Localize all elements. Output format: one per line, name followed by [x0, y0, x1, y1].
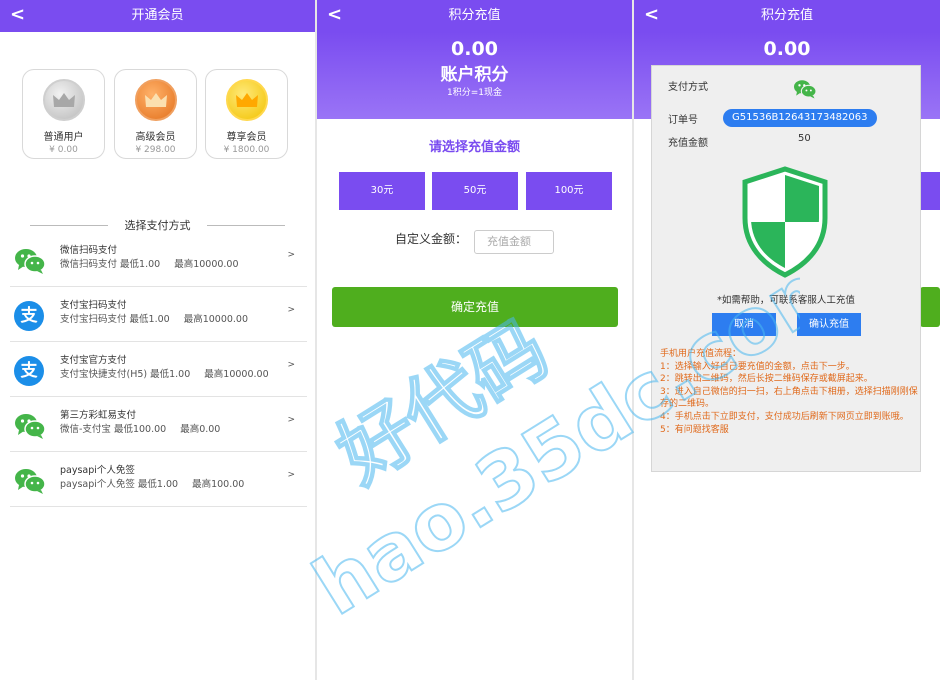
- chevron-right-icon: >: [287, 415, 295, 425]
- page-title: 开通会员: [131, 8, 184, 23]
- payment-name: 支付宝扫码支付: [60, 300, 127, 311]
- payment-name: paysapi个人免签: [60, 465, 135, 476]
- instruction-line: 4：手机点击下立即支付，支付成功后刷新下网页立即到账哦。: [660, 411, 909, 422]
- confirm-recharge-button[interactable]: 确定充值: [332, 287, 618, 327]
- exchange-rate: 1积分=1现金: [447, 88, 502, 98]
- crown-medal-icon: [225, 79, 268, 121]
- chevron-right-icon: >: [287, 305, 295, 315]
- header: < 积分充值: [317, 0, 632, 32]
- cancel-button[interactable]: 取消: [712, 313, 776, 336]
- tier-cards: 普通用户 ¥ 0.00 高级会员 ¥ 298.00 尊享会员 ¥ 1800.00: [22, 69, 294, 159]
- balance-label: 账户积分: [440, 65, 509, 85]
- instruction-line: 5：有问题找客服: [660, 424, 729, 435]
- chevron-right-icon: >: [287, 250, 295, 260]
- header: < 开通会员: [0, 0, 315, 32]
- amount-option-background: [920, 172, 940, 210]
- payment-desc: paysapi个人免签 最低1.00 最高100.00: [60, 479, 245, 490]
- confirm-recharge-button[interactable]: 确认充值: [797, 313, 861, 336]
- amount-option-100[interactable]: 100元: [526, 172, 612, 210]
- tier-price: ¥ 1800.00: [223, 145, 270, 155]
- balance-amount: 0.00: [451, 38, 498, 60]
- membership-panel: < 开通会员 普通用户 ¥ 0.00 高级会员 ¥ 298.00 尊享会员 ¥ …: [0, 0, 315, 680]
- page-title: 积分充值: [448, 8, 501, 23]
- order-label: 订单号: [668, 115, 698, 126]
- payment-name: 第三方彩虹易支付: [60, 410, 137, 421]
- choose-amount-title: 请选择充值金额: [428, 140, 520, 155]
- balance-amount: 0.00: [763, 38, 811, 60]
- recharge-panel: < 积分充值 0.00 账户积分 1积分=1现金 请选择充值金额 30元 50元…: [317, 0, 632, 680]
- payment-desc: 支付宝快捷支付(H5) 最低1.00 最高10000.00: [60, 369, 269, 380]
- instructions: 手机用户充值流程： 1：选择输入好自己要充值的金额，点击下一步。 2：跳转出二维…: [660, 348, 918, 436]
- help-text: *如需帮助，可联系客服人工充值: [717, 295, 855, 306]
- instruction-line: 2：跳转出二维码，然后长按二维码保存或截屏起来。: [660, 374, 873, 385]
- shield-qr-icon: [742, 166, 828, 278]
- page-title: 积分充值: [760, 8, 813, 23]
- tier-card-advanced[interactable]: 高级会员 ¥ 298.00: [114, 69, 197, 159]
- payment-option-wechat-scan[interactable]: 微信扫码支付 微信扫码支付 最低1.00 最高10000.00 >: [10, 232, 307, 287]
- wechat-icon: [15, 249, 46, 274]
- chevron-right-icon: >: [287, 470, 295, 480]
- alipay-icon: 支: [14, 356, 44, 386]
- payment-desc: 支付宝扫码支付 最低1.00 最高10000.00: [60, 314, 249, 325]
- payment-desc: 微信-支付宝 最低100.00 最高0.00: [60, 424, 221, 435]
- tier-card-premium[interactable]: 尊享会员 ¥ 1800.00: [205, 69, 288, 159]
- instruction-line: 手机用户充值流程：: [660, 349, 742, 359]
- payment-desc: 微信扫码支付 最低1.00 最高10000.00: [60, 259, 239, 270]
- instruction-line: 3：进入自己微信的扫一扫，右上角点击下相册，选择扫描刚刚保存的二维码。: [660, 386, 918, 410]
- wechat-icon: [794, 80, 817, 99]
- crown-medal-icon: [134, 79, 177, 121]
- tier-price: ¥ 298.00: [135, 145, 176, 155]
- wechat-icon: [15, 414, 46, 439]
- confirm-button-background: [920, 287, 940, 327]
- back-arrow-icon[interactable]: <: [644, 0, 659, 30]
- custom-amount-label: 自定义金额：: [395, 232, 468, 246]
- tier-card-basic[interactable]: 普通用户 ¥ 0.00: [22, 69, 105, 159]
- payment-option-paysapi[interactable]: paysapi个人免签 paysapi个人免签 最低1.00 最高100.00 >: [10, 452, 307, 507]
- custom-amount-input[interactable]: 充值金额: [474, 230, 554, 254]
- payment-option-alipay-scan[interactable]: 支 支付宝扫码支付 支付宝扫码支付 最低1.00 最高10000.00 >: [10, 287, 307, 342]
- instruction-line: 1：选择输入好自己要充值的金额，点击下一步。: [660, 361, 855, 372]
- tier-name: 普通用户: [43, 132, 84, 143]
- amount-option-50[interactable]: 50元: [432, 172, 518, 210]
- payment-option-rainbow[interactable]: 第三方彩虹易支付 微信-支付宝 最低100.00 最高0.00 >: [10, 397, 307, 452]
- balance-banner: 0.00 账户积分 1积分=1现金: [317, 32, 632, 119]
- back-arrow-icon[interactable]: <: [10, 0, 25, 30]
- back-arrow-icon[interactable]: <: [327, 0, 342, 30]
- tier-name: 高级会员: [135, 132, 176, 143]
- tier-price: ¥ 0.00: [49, 145, 78, 155]
- tier-name: 尊享会员: [226, 132, 267, 143]
- wechat-icon: [15, 469, 46, 494]
- pay-method-label: 支付方式: [668, 82, 708, 93]
- payment-name: 微信扫码支付: [60, 245, 118, 256]
- payment-name: 支付宝官方支付: [60, 355, 127, 366]
- order-number: G51536B12643173482063: [723, 109, 877, 127]
- alipay-icon: 支: [14, 301, 44, 331]
- recharge-amount: 50: [798, 133, 811, 144]
- recharge-modal-panel: < 积分充值 0.00 支付方式 订单号 G51536B126431734820…: [634, 0, 940, 680]
- amount-label: 充值金额: [668, 138, 708, 149]
- crown-medal-icon: [42, 79, 85, 121]
- payment-option-alipay-official[interactable]: 支 支付宝官方支付 支付宝快捷支付(H5) 最低1.00 最高10000.00 >: [10, 342, 307, 397]
- header: < 积分充值: [634, 0, 940, 32]
- amount-option-30[interactable]: 30元: [339, 172, 425, 210]
- chevron-right-icon: >: [287, 360, 295, 370]
- payment-modal: 支付方式 订单号 G51536B12643173482063 充值金额 50 *…: [651, 65, 921, 472]
- section-title: 选择支付方式: [30, 217, 285, 233]
